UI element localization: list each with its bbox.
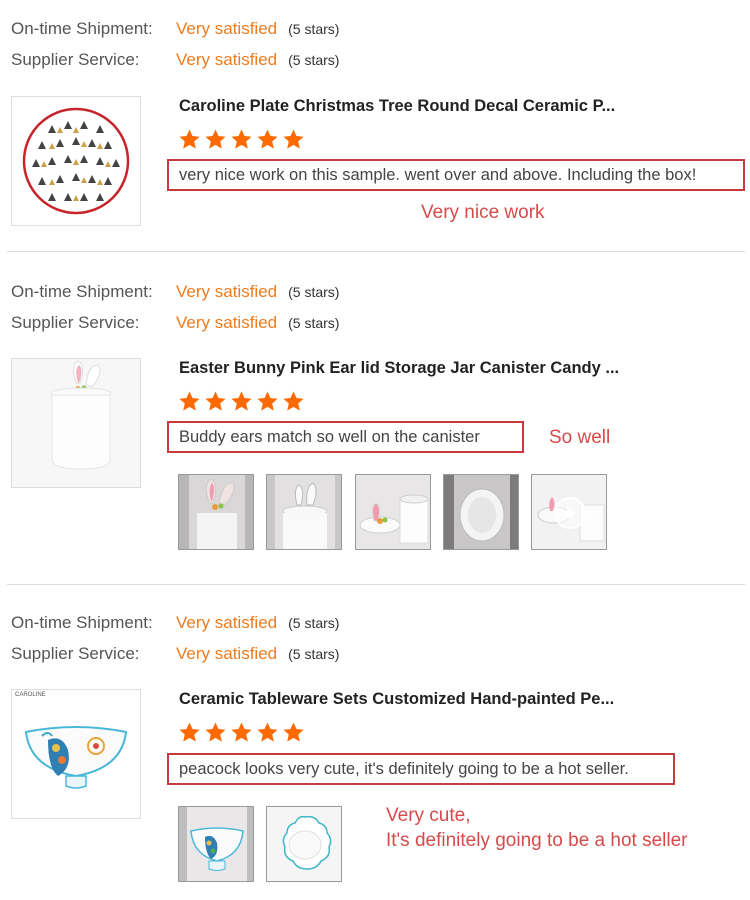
on-time-shipment-value: Very satisfied	[176, 282, 278, 301]
review-photo[interactable]	[178, 806, 254, 882]
divider	[7, 584, 745, 585]
star-icon	[283, 722, 304, 742]
star-icon	[231, 391, 252, 411]
star-icon	[179, 129, 200, 149]
annotation-note-line-1: Very cute,	[386, 805, 471, 826]
annotation-note: Very nice work	[421, 202, 545, 223]
brand-mark: CAROLINE	[15, 692, 46, 698]
star-icon	[205, 129, 226, 149]
supplier-service-row: Supplier Service: Very satisfied (5 star…	[11, 311, 339, 335]
review-photo[interactable]	[178, 474, 254, 550]
bunny-jar-image	[12, 359, 140, 487]
annotation-note-line-2: It's definitely going to be a hot seller	[386, 830, 688, 851]
supplier-service-stars-text: (5 stars)	[288, 646, 340, 662]
star-icon	[257, 129, 278, 149]
christmas-tree-plate-image	[22, 107, 130, 215]
peacock-bowl-photo	[179, 807, 253, 881]
on-time-shipment-row: On-time Shipment: Very satisfied (5 star…	[11, 280, 339, 304]
review-comment: Buddy ears match so well on the canister	[167, 421, 524, 453]
jar-lid-photo	[267, 475, 341, 549]
divider	[7, 251, 745, 252]
product-thumbnail[interactable]: CAROLINE	[11, 689, 141, 819]
star-icon	[257, 722, 278, 742]
star-icon	[231, 722, 252, 742]
on-time-shipment-stars-text: (5 stars)	[288, 21, 340, 37]
star-rating	[178, 721, 305, 744]
on-time-shipment-value: Very satisfied	[176, 613, 278, 632]
product-thumbnail[interactable]	[11, 358, 141, 488]
product-thumbnail[interactable]	[11, 96, 141, 226]
star-icon	[283, 129, 304, 149]
supplier-service-row: Supplier Service: Very satisfied (5 star…	[11, 642, 339, 666]
supplier-service-row: Supplier Service: Very satisfied (5 star…	[11, 48, 339, 72]
on-time-shipment-value: Very satisfied	[176, 19, 278, 38]
star-rating	[178, 390, 305, 413]
review-video-thumbnail[interactable]	[531, 474, 607, 550]
review-photo[interactable]	[266, 474, 342, 550]
review-photo[interactable]	[266, 806, 342, 882]
star-icon	[257, 391, 278, 411]
on-time-shipment-row: On-time Shipment: Very satisfied (5 star…	[11, 17, 339, 41]
review-comment: very nice work on this sample. went over…	[167, 159, 745, 191]
on-time-shipment-stars-text: (5 stars)	[288, 615, 340, 631]
supplier-service-value: Very satisfied	[176, 644, 278, 663]
peacock-bowl-image	[24, 726, 128, 789]
bowl-top-view-photo	[267, 807, 341, 881]
star-icon	[205, 722, 226, 742]
annotation-note: So well	[549, 427, 611, 448]
product-title[interactable]: Ceramic Tableware Sets Customized Hand-p…	[179, 690, 614, 709]
star-icon	[283, 391, 304, 411]
supplier-service-stars-text: (5 stars)	[288, 315, 340, 331]
on-time-shipment-label: On-time Shipment:	[11, 282, 153, 301]
review-photo[interactable]	[443, 474, 519, 550]
supplier-service-stars-text: (5 stars)	[288, 52, 340, 68]
on-time-shipment-stars-text: (5 stars)	[288, 284, 340, 300]
star-icon	[205, 391, 226, 411]
star-icon	[179, 722, 200, 742]
review-comment: peacock looks very cute, it's definitely…	[167, 753, 675, 785]
jar-and-lid-photo	[356, 475, 430, 549]
play-icon[interactable]	[554, 497, 586, 529]
annotation-note: Very cute, It's definitely going to be a…	[386, 803, 687, 853]
on-time-shipment-row: On-time Shipment: Very satisfied (5 star…	[11, 611, 339, 635]
bunny-jar-photo	[179, 475, 253, 549]
on-time-shipment-label: On-time Shipment:	[11, 19, 153, 38]
product-title[interactable]: Easter Bunny Pink Ear lid Storage Jar Ca…	[179, 359, 619, 378]
supplier-service-label: Supplier Service:	[11, 313, 140, 332]
jar-interior-photo	[444, 475, 518, 549]
supplier-service-value: Very satisfied	[176, 313, 278, 332]
review-photo[interactable]	[355, 474, 431, 550]
product-title[interactable]: Caroline Plate Christmas Tree Round Deca…	[179, 97, 615, 116]
supplier-service-value: Very satisfied	[176, 50, 278, 69]
supplier-service-label: Supplier Service:	[11, 50, 140, 69]
star-rating	[178, 128, 305, 151]
star-icon	[179, 391, 200, 411]
on-time-shipment-label: On-time Shipment:	[11, 613, 153, 632]
supplier-service-label: Supplier Service:	[11, 644, 140, 663]
star-icon	[231, 129, 252, 149]
